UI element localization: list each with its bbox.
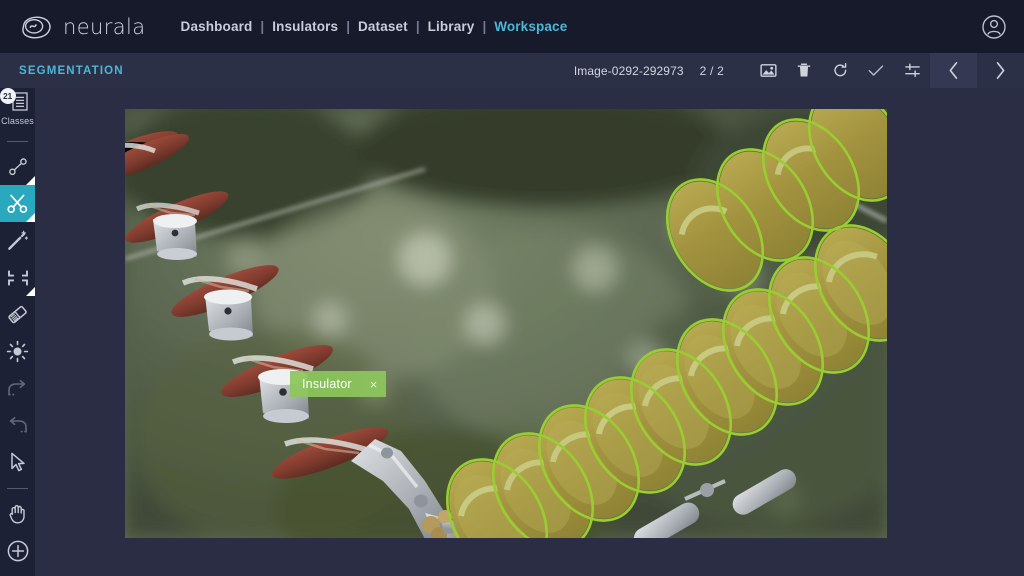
mode-title: SEGMENTATION [19, 65, 124, 77]
app-header: neurala Dashboard | Insulators | Dataset… [0, 0, 1024, 53]
pointer-tool-icon[interactable] [0, 444, 35, 481]
nav-item-insulators[interactable]: Insulators [271, 19, 339, 34]
previous-image-button[interactable] [930, 53, 977, 88]
nav-separator: | [253, 19, 271, 34]
classes-label: Classes [1, 116, 34, 126]
next-image-button[interactable] [977, 53, 1024, 88]
check-icon[interactable] [858, 53, 894, 88]
line-tool-icon[interactable] [0, 148, 35, 185]
classes-button[interactable]: 21 Classes [0, 88, 35, 134]
hand-pan-tool-icon[interactable] [0, 495, 35, 532]
tool-flyout-indicator[interactable] [26, 213, 35, 222]
nav-separator: | [339, 19, 357, 34]
tool-flyout-indicator[interactable] [26, 287, 35, 296]
classes-count-badge: 21 [0, 88, 16, 104]
nav-item-workspace[interactable]: Workspace [493, 19, 568, 34]
annotation-label-text: Insulator [302, 377, 352, 391]
magic-wand-tool-icon[interactable] [0, 222, 35, 259]
nav-separator: | [409, 19, 427, 34]
redo-tool-icon[interactable] [0, 370, 35, 407]
trash-icon[interactable] [786, 53, 822, 88]
toolbar-right-group: Image-0292-292973 2 / 2 [574, 53, 1024, 88]
gallery-icon[interactable] [750, 53, 786, 88]
nav-item-dataset[interactable]: Dataset [357, 19, 409, 34]
sliders-icon[interactable] [894, 53, 930, 88]
redo-circle-icon[interactable] [822, 53, 858, 88]
undo-tool-icon[interactable] [0, 407, 35, 444]
nav-separator: | [475, 19, 493, 34]
zoom-in-tool-icon[interactable] [0, 532, 35, 569]
annotation-label-chip[interactable]: Insulator × [290, 371, 386, 397]
user-account-icon[interactable] [981, 14, 1007, 40]
image-canvas[interactable] [125, 109, 887, 538]
neurala-swoosh-logo-icon [18, 14, 54, 40]
classes-list-icon: 21 [5, 91, 31, 113]
scissors-tool-icon[interactable] [0, 185, 35, 222]
brightness-tool-icon[interactable] [0, 333, 35, 370]
fit-corners-tool-icon[interactable] [0, 259, 35, 296]
main-nav: Dashboard | Insulators | Dataset | Libra… [180, 19, 569, 34]
segmentation-workspace: neurala Dashboard | Insulators | Dataset… [0, 0, 1024, 576]
tool-rail: 21 Classes [0, 88, 35, 576]
rail-divider [7, 488, 28, 489]
toolbar-actions [750, 53, 930, 88]
close-icon[interactable]: × [370, 378, 378, 391]
nav-item-dashboard[interactable]: Dashboard [180, 19, 254, 34]
nav-item-library[interactable]: Library [427, 19, 476, 34]
image-count-label: 2 / 2 [700, 64, 724, 78]
annotated-photo [125, 109, 887, 538]
rail-divider [7, 141, 28, 142]
tool-flyout-indicator[interactable] [26, 176, 35, 185]
brand-wordmark: neurala [63, 15, 146, 39]
segmentation-toolbar: SEGMENTATION Image-0292-292973 2 / 2 [0, 53, 1024, 88]
brand-logo[interactable]: neurala [18, 14, 146, 40]
image-name-label: Image-0292-292973 [574, 64, 684, 78]
eraser-tool-icon[interactable] [0, 296, 35, 333]
